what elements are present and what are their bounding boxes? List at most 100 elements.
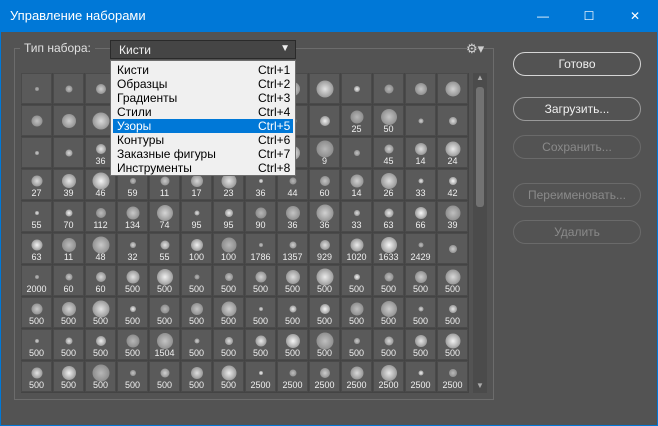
brush-cell[interactable] xyxy=(341,73,372,104)
menu-item-brushes[interactable]: Кисти Ctrl+1 xyxy=(113,63,293,77)
brush-cell[interactable] xyxy=(405,73,436,104)
brush-cell[interactable]: 500 xyxy=(309,329,340,360)
save-button[interactable]: Сохранить... xyxy=(513,135,641,159)
scroll-up-icon[interactable]: ▲ xyxy=(473,73,487,85)
brush-cell[interactable]: 1020 xyxy=(341,233,372,264)
minimize-button[interactable]: — xyxy=(520,0,566,31)
preset-type-select[interactable]: Кисти ▼ xyxy=(110,40,296,59)
rename-button[interactable]: Переименовать... xyxy=(513,183,641,207)
menu-item-contours[interactable]: Контуры Ctrl+6 xyxy=(113,133,293,147)
brush-cell[interactable]: 500 xyxy=(117,265,148,296)
brush-cell[interactable]: 32 xyxy=(117,233,148,264)
scrollbar[interactable]: ▲ ▼ xyxy=(473,73,487,393)
brush-cell[interactable] xyxy=(53,137,84,168)
brush-cell[interactable]: 2500 xyxy=(245,361,276,392)
brush-cell[interactable]: 500 xyxy=(181,265,212,296)
brush-cell[interactable]: 36 xyxy=(309,201,340,232)
brush-cell[interactable] xyxy=(53,73,84,104)
brush-cell[interactable]: 2500 xyxy=(277,361,308,392)
brush-cell[interactable]: 500 xyxy=(437,297,468,328)
brush-cell[interactable]: 500 xyxy=(213,361,244,392)
brush-cell[interactable] xyxy=(437,73,468,104)
brush-cell[interactable]: 63 xyxy=(373,201,404,232)
close-button[interactable]: ✕ xyxy=(612,0,658,31)
brush-cell[interactable]: 500 xyxy=(437,329,468,360)
brush-cell[interactable]: 36 xyxy=(277,201,308,232)
menu-item-custom-shapes[interactable]: Заказные фигуры Ctrl+7 xyxy=(113,147,293,161)
brush-cell[interactable]: 33 xyxy=(341,201,372,232)
brush-cell[interactable]: 1504 xyxy=(149,329,180,360)
brush-cell[interactable]: 500 xyxy=(85,361,116,392)
menu-item-gradients[interactable]: Градиенты Ctrl+3 xyxy=(113,91,293,105)
brush-cell[interactable]: 45 xyxy=(373,137,404,168)
brush-cell[interactable]: 11 xyxy=(53,233,84,264)
brush-cell[interactable]: 500 xyxy=(21,361,52,392)
brush-cell[interactable]: 63 xyxy=(21,233,52,264)
brush-cell[interactable]: 95 xyxy=(181,201,212,232)
menu-item-styles[interactable]: Стили Ctrl+4 xyxy=(113,105,293,119)
brush-cell[interactable]: 500 xyxy=(405,297,436,328)
brush-cell[interactable]: 500 xyxy=(53,297,84,328)
brush-cell[interactable]: 500 xyxy=(373,329,404,360)
brush-cell[interactable]: 39 xyxy=(437,201,468,232)
brush-cell[interactable]: 25 xyxy=(341,105,372,136)
brush-cell[interactable]: 33 xyxy=(405,169,436,200)
brush-cell[interactable]: 500 xyxy=(213,297,244,328)
brush-cell[interactable]: 500 xyxy=(181,361,212,392)
brush-cell[interactable]: 500 xyxy=(341,297,372,328)
brush-cell[interactable]: 2429 xyxy=(405,233,436,264)
brush-cell[interactable]: 500 xyxy=(245,297,276,328)
brush-cell[interactable] xyxy=(21,73,52,104)
brush-cell[interactable]: 500 xyxy=(181,329,212,360)
brush-cell[interactable]: 14 xyxy=(405,137,436,168)
brush-cell[interactable]: 500 xyxy=(149,297,180,328)
brush-cell[interactable]: 500 xyxy=(341,329,372,360)
menu-item-swatches[interactable]: Образцы Ctrl+2 xyxy=(113,77,293,91)
brush-cell[interactable] xyxy=(405,105,436,136)
brush-cell[interactable]: 500 xyxy=(53,361,84,392)
brush-cell[interactable]: 500 xyxy=(149,361,180,392)
brush-cell[interactable]: 500 xyxy=(277,329,308,360)
brush-cell[interactable]: 500 xyxy=(21,329,52,360)
brush-cell[interactable]: 500 xyxy=(181,297,212,328)
brush-cell[interactable] xyxy=(373,73,404,104)
brush-cell[interactable]: 500 xyxy=(85,329,116,360)
menu-item-patterns[interactable]: Узоры Ctrl+5 xyxy=(113,119,293,133)
brush-cell[interactable] xyxy=(21,137,52,168)
brush-cell[interactable] xyxy=(53,105,84,136)
brush-cell[interactable]: 500 xyxy=(341,265,372,296)
scrollbar-thumb[interactable] xyxy=(476,87,484,207)
brush-cell[interactable]: 24 xyxy=(437,137,468,168)
brush-cell[interactable]: 500 xyxy=(245,265,276,296)
brush-cell[interactable]: 48 xyxy=(85,233,116,264)
gear-icon[interactable]: ⚙▾ xyxy=(466,41,484,57)
done-button[interactable]: Готово xyxy=(513,52,641,76)
brush-cell[interactable]: 134 xyxy=(117,201,148,232)
brush-cell[interactable]: 1633 xyxy=(373,233,404,264)
brush-cell[interactable]: 2000 xyxy=(21,265,52,296)
brush-cell[interactable]: 2500 xyxy=(373,361,404,392)
brush-cell[interactable]: 60 xyxy=(309,169,340,200)
brush-cell[interactable] xyxy=(309,105,340,136)
brush-cell[interactable]: 95 xyxy=(213,201,244,232)
brush-cell[interactable]: 500 xyxy=(245,329,276,360)
brush-cell[interactable] xyxy=(21,105,52,136)
brush-cell[interactable]: 2500 xyxy=(437,361,468,392)
brush-cell[interactable]: 55 xyxy=(149,233,180,264)
brush-cell[interactable]: 500 xyxy=(437,265,468,296)
brush-cell[interactable]: 500 xyxy=(117,329,148,360)
brush-cell[interactable]: 26 xyxy=(373,169,404,200)
brush-cell[interactable]: 39 xyxy=(53,169,84,200)
brush-cell[interactable]: 929 xyxy=(309,233,340,264)
brush-cell[interactable]: 500 xyxy=(117,361,148,392)
brush-cell[interactable] xyxy=(437,105,468,136)
brush-cell[interactable]: 500 xyxy=(85,297,116,328)
brush-cell[interactable]: 1786 xyxy=(245,233,276,264)
brush-cell[interactable]: 1357 xyxy=(277,233,308,264)
brush-cell[interactable]: 500 xyxy=(405,329,436,360)
brush-cell[interactable]: 2500 xyxy=(405,361,436,392)
delete-button[interactable]: Удалить xyxy=(513,220,641,244)
maximize-button[interactable]: ☐ xyxy=(566,0,612,31)
brush-cell[interactable]: 60 xyxy=(85,265,116,296)
brush-cell[interactable]: 500 xyxy=(373,297,404,328)
